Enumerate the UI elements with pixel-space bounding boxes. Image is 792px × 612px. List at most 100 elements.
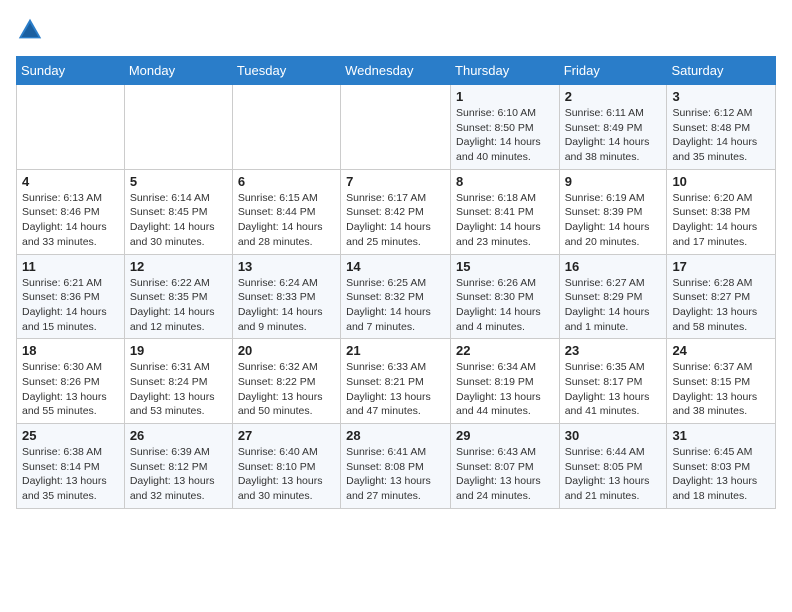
day-number: 27 (238, 428, 335, 443)
day-number: 15 (456, 259, 554, 274)
day-info: Sunrise: 6:24 AM Sunset: 8:33 PM Dayligh… (238, 276, 335, 335)
day-number: 6 (238, 174, 335, 189)
header-monday: Monday (124, 57, 232, 85)
day-info: Sunrise: 6:40 AM Sunset: 8:10 PM Dayligh… (238, 445, 335, 504)
calendar-cell: 24Sunrise: 6:37 AM Sunset: 8:15 PM Dayli… (667, 339, 776, 424)
day-number: 31 (672, 428, 770, 443)
week-row-5: 25 Sunrise: 6:38 AM Sunset: 8:14 PM Dayli… (17, 424, 776, 509)
page-header (16, 16, 776, 44)
calendar-cell: 13 Sunrise: 6:24 AM Sunset: 8:33 PM Dayli… (232, 254, 340, 339)
day-number: 21 (346, 343, 445, 358)
day-info: Sunrise: 6:15 AM Sunset: 8:44 PM Dayligh… (238, 191, 335, 250)
calendar-cell: 29Sunrise: 6:43 AM Sunset: 8:07 PM Dayli… (451, 424, 560, 509)
calendar-cell (341, 85, 451, 170)
calendar-cell: 16 Sunrise: 6:27 AM Sunset: 8:29 PM Dayli… (559, 254, 667, 339)
day-info: Sunrise: 6:28 AM Sunset: 8:27 PM Dayligh… (672, 276, 770, 335)
day-info: Sunrise: 6:39 AM Sunset: 8:12 PM Dayligh… (130, 445, 227, 504)
calendar-cell: 6 Sunrise: 6:15 AM Sunset: 8:44 PM Daylig… (232, 169, 340, 254)
day-number: 13 (238, 259, 335, 274)
day-number: 5 (130, 174, 227, 189)
day-number: 7 (346, 174, 445, 189)
day-info: Sunrise: 6:20 AM Sunset: 8:38 PM Dayligh… (672, 191, 770, 250)
day-number: 3 (672, 89, 770, 104)
day-info: Sunrise: 6:21 AM Sunset: 8:36 PM Dayligh… (22, 276, 119, 335)
calendar-cell: 2Sunrise: 6:11 AM Sunset: 8:49 PM Daylig… (559, 85, 667, 170)
calendar-cell (17, 85, 125, 170)
calendar-cell: 14 Sunrise: 6:25 AM Sunset: 8:32 PM Dayli… (341, 254, 451, 339)
day-info: Sunrise: 6:33 AM Sunset: 8:21 PM Dayligh… (346, 360, 445, 419)
day-info: Sunrise: 6:18 AM Sunset: 8:41 PM Dayligh… (456, 191, 554, 250)
calendar-cell: 27 Sunrise: 6:40 AM Sunset: 8:10 PM Dayli… (232, 424, 340, 509)
calendar-cell (232, 85, 340, 170)
day-number: 10 (672, 174, 770, 189)
day-number: 26 (130, 428, 227, 443)
calendar-cell: 30Sunrise: 6:44 AM Sunset: 8:05 PM Dayli… (559, 424, 667, 509)
day-info: Sunrise: 6:10 AM Sunset: 8:50 PM Dayligh… (456, 106, 554, 165)
day-number: 29 (456, 428, 554, 443)
day-number: 16 (565, 259, 662, 274)
calendar-cell: 21 Sunrise: 6:33 AM Sunset: 8:21 PM Dayli… (341, 339, 451, 424)
day-info: Sunrise: 6:38 AM Sunset: 8:14 PM Dayligh… (22, 445, 119, 504)
calendar-cell: 18 Sunrise: 6:30 AM Sunset: 8:26 PM Dayli… (17, 339, 125, 424)
calendar-cell: 15 Sunrise: 6:26 AM Sunset: 8:30 PM Dayli… (451, 254, 560, 339)
day-info: Sunrise: 6:14 AM Sunset: 8:45 PM Dayligh… (130, 191, 227, 250)
logo (16, 16, 48, 44)
day-info: Sunrise: 6:32 AM Sunset: 8:22 PM Dayligh… (238, 360, 335, 419)
day-number: 23 (565, 343, 662, 358)
day-info: Sunrise: 6:45 AM Sunset: 8:03 PM Dayligh… (672, 445, 770, 504)
calendar-cell: 9 Sunrise: 6:19 AM Sunset: 8:39 PM Daylig… (559, 169, 667, 254)
day-info: Sunrise: 6:13 AM Sunset: 8:46 PM Dayligh… (22, 191, 119, 250)
day-number: 14 (346, 259, 445, 274)
day-info: Sunrise: 6:34 AM Sunset: 8:19 PM Dayligh… (456, 360, 554, 419)
calendar-cell: 7 Sunrise: 6:17 AM Sunset: 8:42 PM Daylig… (341, 169, 451, 254)
header-row: SundayMondayTuesdayWednesdayThursdayFrid… (17, 57, 776, 85)
day-info: Sunrise: 6:19 AM Sunset: 8:39 PM Dayligh… (565, 191, 662, 250)
day-number: 28 (346, 428, 445, 443)
calendar-cell: 8Sunrise: 6:18 AM Sunset: 8:41 PM Daylig… (451, 169, 560, 254)
day-info: Sunrise: 6:44 AM Sunset: 8:05 PM Dayligh… (565, 445, 662, 504)
calendar-cell: 11 Sunrise: 6:21 AM Sunset: 8:36 PM Dayli… (17, 254, 125, 339)
calendar-header: SundayMondayTuesdayWednesdayThursdayFrid… (17, 57, 776, 85)
calendar-cell: 5 Sunrise: 6:14 AM Sunset: 8:45 PM Daylig… (124, 169, 232, 254)
calendar-cell: 12 Sunrise: 6:22 AM Sunset: 8:35 PM Dayli… (124, 254, 232, 339)
day-info: Sunrise: 6:25 AM Sunset: 8:32 PM Dayligh… (346, 276, 445, 335)
calendar-cell: 22 Sunrise: 6:34 AM Sunset: 8:19 PM Dayli… (451, 339, 560, 424)
calendar-cell: 4 Sunrise: 6:13 AM Sunset: 8:46 PM Daylig… (17, 169, 125, 254)
day-info: Sunrise: 6:35 AM Sunset: 8:17 PM Dayligh… (565, 360, 662, 419)
header-friday: Friday (559, 57, 667, 85)
calendar-table: SundayMondayTuesdayWednesdayThursdayFrid… (16, 56, 776, 509)
day-info: Sunrise: 6:12 AM Sunset: 8:48 PM Dayligh… (672, 106, 770, 165)
week-row-3: 11 Sunrise: 6:21 AM Sunset: 8:36 PM Dayli… (17, 254, 776, 339)
day-info: Sunrise: 6:30 AM Sunset: 8:26 PM Dayligh… (22, 360, 119, 419)
calendar-cell: 23 Sunrise: 6:35 AM Sunset: 8:17 PM Dayli… (559, 339, 667, 424)
header-tuesday: Tuesday (232, 57, 340, 85)
day-number: 20 (238, 343, 335, 358)
calendar-cell (124, 85, 232, 170)
day-info: Sunrise: 6:26 AM Sunset: 8:30 PM Dayligh… (456, 276, 554, 335)
header-thursday: Thursday (451, 57, 560, 85)
day-number: 18 (22, 343, 119, 358)
week-row-2: 4 Sunrise: 6:13 AM Sunset: 8:46 PM Daylig… (17, 169, 776, 254)
calendar-cell: 26 Sunrise: 6:39 AM Sunset: 8:12 PM Dayli… (124, 424, 232, 509)
calendar-cell: 31 Sunrise: 6:45 AM Sunset: 8:03 PM Dayli… (667, 424, 776, 509)
calendar-cell: 25 Sunrise: 6:38 AM Sunset: 8:14 PM Dayli… (17, 424, 125, 509)
day-number: 24 (672, 343, 770, 358)
day-number: 12 (130, 259, 227, 274)
day-number: 1 (456, 89, 554, 104)
day-info: Sunrise: 6:31 AM Sunset: 8:24 PM Dayligh… (130, 360, 227, 419)
calendar-cell: 1 Sunrise: 6:10 AM Sunset: 8:50 PM Daylig… (451, 85, 560, 170)
day-number: 9 (565, 174, 662, 189)
day-number: 11 (22, 259, 119, 274)
day-number: 4 (22, 174, 119, 189)
day-number: 25 (22, 428, 119, 443)
header-wednesday: Wednesday (341, 57, 451, 85)
week-row-4: 18 Sunrise: 6:30 AM Sunset: 8:26 PM Dayli… (17, 339, 776, 424)
day-info: Sunrise: 6:17 AM Sunset: 8:42 PM Dayligh… (346, 191, 445, 250)
day-info: Sunrise: 6:22 AM Sunset: 8:35 PM Dayligh… (130, 276, 227, 335)
logo-icon (16, 16, 44, 44)
calendar-cell: 17Sunrise: 6:28 AM Sunset: 8:27 PM Dayli… (667, 254, 776, 339)
calendar-cell: 19Sunrise: 6:31 AM Sunset: 8:24 PM Dayli… (124, 339, 232, 424)
day-number: 22 (456, 343, 554, 358)
week-row-1: 1 Sunrise: 6:10 AM Sunset: 8:50 PM Daylig… (17, 85, 776, 170)
day-info: Sunrise: 6:27 AM Sunset: 8:29 PM Dayligh… (565, 276, 662, 335)
